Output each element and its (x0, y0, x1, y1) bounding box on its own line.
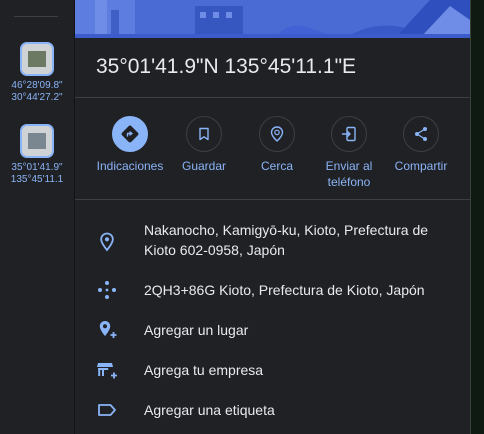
label-icon (95, 398, 119, 422)
add-business-row[interactable]: Agrega tu empresa (75, 360, 470, 384)
directions-button[interactable]: Indicaciones (93, 116, 167, 174)
add-label-row[interactable]: Agregar una etiqueta (75, 400, 470, 424)
recent-place-coord-line2: 135°45'11.1 (10, 174, 64, 185)
recent-places-rail: 46°28'09.8" 30°44'27.2" 35°01'41.9" 135°… (0, 0, 74, 434)
nearby-button[interactable]: Cerca (240, 116, 314, 174)
recent-place-coord-line2: 30°44'27.2" (11, 92, 63, 103)
recent-place-item[interactable]: 35°01'41.9" 135°45'11.1 (0, 124, 74, 186)
add-business-text: Agrega tu empresa (144, 362, 264, 378)
map-edge (470, 0, 484, 434)
recent-place-thumbnail[interactable] (20, 42, 54, 76)
recent-place-coord-line1: 35°01'41.9" (11, 162, 63, 173)
add-place-text: Agregar un lugar (144, 322, 249, 338)
place-details-panel: 35°01'41.9"N 135°45'11.1"E Indicaciones … (75, 0, 470, 434)
add-label-text: Agregar una etiqueta (144, 402, 275, 418)
location-pin-icon (95, 230, 119, 254)
divider (75, 97, 470, 98)
send-to-phone-label: Enviar al teléfono (325, 159, 373, 189)
recent-place-item[interactable]: 46°28'09.8" 30°44'27.2" (0, 42, 74, 104)
add-business-icon (95, 358, 119, 382)
send-to-phone-icon[interactable] (331, 116, 367, 152)
share-label: Compartir (394, 159, 448, 173)
map-edge-border (470, 0, 471, 434)
action-bar: Indicaciones Guardar Cerca Enviar al tel… (75, 116, 470, 192)
send-to-phone-button[interactable]: Enviar al teléfono (312, 116, 386, 190)
recent-place-coord-line1: 46°28'09.8" (11, 80, 63, 91)
plus-code-icon (95, 278, 119, 302)
thumbnail-image (28, 133, 46, 149)
rail-divider (14, 16, 58, 17)
recent-place-thumbnail[interactable] (20, 124, 54, 158)
bookmark-icon[interactable] (186, 116, 222, 152)
place-title: 35°01'41.9"N 135°45'11.1"E (96, 55, 357, 78)
nearby-label: Cerca (260, 159, 293, 173)
thumbnail-image (28, 51, 46, 67)
save-label: Guardar (181, 159, 227, 173)
nearby-icon[interactable] (259, 116, 295, 152)
directions-label: Indicaciones (96, 159, 164, 173)
address-text: Nakanocho, Kamigyō-ku, Kioto, Prefectura… (144, 222, 429, 258)
plus-code-row[interactable]: 2QH3+86G Kioto, Prefectura de Kioto, Jap… (75, 280, 470, 304)
share-button[interactable]: Compartir (384, 116, 458, 174)
directions-icon[interactable] (112, 116, 148, 152)
place-hero-image[interactable] (75, 0, 470, 38)
share-icon[interactable] (403, 116, 439, 152)
add-location-icon (95, 318, 119, 342)
address-row[interactable]: Nakanocho, Kamigyō-ku, Kioto, Prefectura… (75, 220, 470, 264)
divider (75, 199, 470, 200)
plus-code-text: 2QH3+86G Kioto, Prefectura de Kioto, Jap… (144, 282, 425, 298)
add-place-row[interactable]: Agregar un lugar (75, 320, 470, 344)
save-button[interactable]: Guardar (167, 116, 241, 174)
